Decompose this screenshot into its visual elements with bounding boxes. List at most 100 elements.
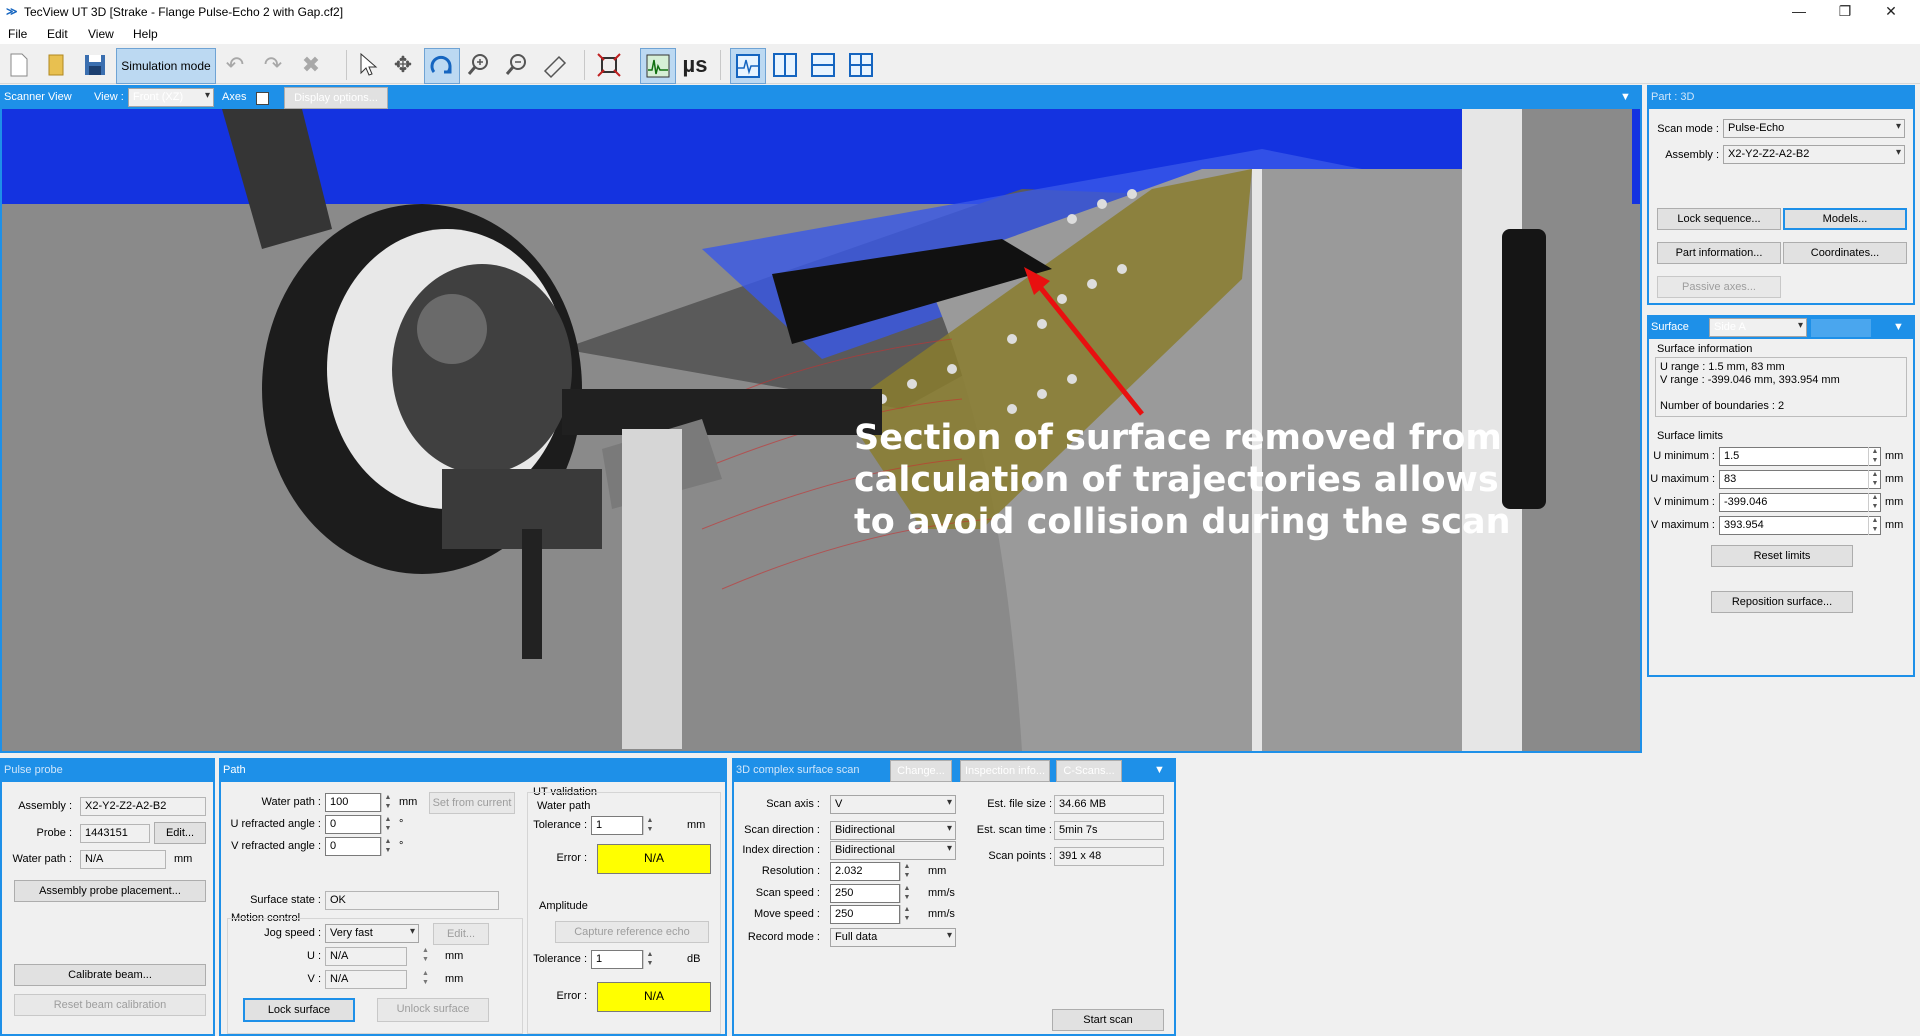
layout-3-icon[interactable] — [806, 48, 840, 82]
u-minimum-spinner[interactable]: ▲ ▼ — [1868, 447, 1881, 466]
menu-edit[interactable]: Edit — [47, 27, 68, 41]
probe-edit-button[interactable]: Edit... — [154, 822, 206, 844]
assembly-select[interactable]: X2-Y2-Z2-A2-B2 ▾ — [1723, 145, 1905, 164]
v-label: V : — [307, 973, 321, 985]
scan-axis-select[interactable]: V ▾ — [830, 795, 956, 814]
scan-speed-spinner[interactable]: ▲ ▼ — [900, 884, 913, 903]
title-bar: ≫ TecView UT 3D [Strake - Flange Pulse-E… — [0, 0, 1920, 24]
reposition-surface-button[interactable]: Reposition surface... — [1711, 591, 1853, 613]
u-refracted-angle-label: U refracted angle : — [230, 818, 322, 830]
reset-limits-button[interactable]: Reset limits — [1711, 545, 1853, 567]
minimize-button[interactable]: — — [1776, 0, 1822, 24]
axes-checkbox[interactable] — [256, 92, 269, 105]
tolerance-label: Tolerance : — [533, 953, 587, 965]
save-icon[interactable] — [78, 48, 112, 82]
signal-view-icon[interactable] — [640, 48, 676, 84]
redo-icon[interactable]: ↷ — [256, 48, 290, 82]
measure-icon[interactable] — [538, 48, 572, 82]
tolerance-water-path-spinner[interactable]: ▲ ▼ — [643, 816, 656, 835]
layout-1-icon[interactable] — [730, 48, 766, 84]
lock-sequence-button[interactable]: Lock sequence... — [1657, 208, 1781, 230]
pan-icon[interactable]: ✥ — [386, 48, 420, 82]
open-folder-icon[interactable] — [40, 48, 74, 82]
rotate-icon[interactable] — [424, 48, 460, 84]
zoom-out-icon[interactable] — [500, 48, 534, 82]
part-information-button[interactable]: Part information... — [1657, 242, 1781, 264]
unlock-surface-button[interactable]: Unlock surface — [377, 998, 489, 1022]
scan-speed-field[interactable]: 250 — [830, 884, 900, 903]
scan-mode-select[interactable]: Pulse-Echo ▾ — [1723, 119, 1905, 138]
v-spinner[interactable]: ▲ ▼ — [422, 969, 429, 987]
models-button[interactable]: Models... — [1783, 208, 1907, 230]
water-path-field[interactable]: 100 — [325, 793, 381, 812]
change-button[interactable]: Change... — [890, 760, 952, 782]
new-file-icon[interactable] — [2, 48, 36, 82]
v-minimum-spinner[interactable]: ▲ ▼ — [1868, 493, 1881, 512]
resolution-spinner[interactable]: ▲ ▼ — [900, 862, 913, 881]
v-maximum-spinner[interactable]: ▲ ▼ — [1868, 516, 1881, 535]
tolerance-amplitude-field[interactable]: 1 — [591, 950, 643, 969]
chevron-down-icon[interactable]: ▼ — [1620, 91, 1631, 103]
pointer-icon[interactable] — [350, 48, 384, 82]
v-minimum-field[interactable]: -399.046 — [1719, 493, 1881, 512]
view-select[interactable]: Front (XZ) ▾ — [128, 88, 214, 107]
scan-direction-select[interactable]: Bidirectional ▾ — [830, 821, 956, 840]
water-path-spinner[interactable]: ▲ ▼ — [381, 793, 394, 812]
delete-icon[interactable]: ✖ — [294, 48, 328, 82]
u-minimum-field[interactable]: 1.5 — [1719, 447, 1881, 466]
c-scans-button[interactable]: C-Scans... — [1056, 760, 1122, 782]
restore-button[interactable]: ❐ — [1822, 0, 1868, 24]
tolerance-amplitude-spinner[interactable]: ▲ ▼ — [643, 950, 656, 969]
layout-4-icon[interactable] — [844, 48, 878, 82]
coordinates-button[interactable]: Coordinates... — [1783, 242, 1907, 264]
unit-label: mm — [1885, 496, 1904, 508]
u-spinner[interactable]: ▲ ▼ — [422, 946, 429, 964]
calibrate-beam-button[interactable]: Calibrate beam... — [14, 964, 206, 986]
set-from-current-button[interactable]: Set from current — [429, 792, 515, 814]
capture-reference-echo-button[interactable]: Capture reference echo — [555, 921, 709, 943]
move-speed-spinner[interactable]: ▲ ▼ — [900, 905, 913, 924]
u-maximum-field[interactable]: 83 — [1719, 470, 1881, 489]
tolerance-water-path-field[interactable]: 1 — [591, 816, 643, 835]
3d-viewport[interactable]: Section of surface removed from calculat… — [2, 109, 1640, 751]
menu-file[interactable]: File — [8, 27, 27, 41]
close-window-button[interactable]: ✕ — [1868, 0, 1914, 24]
simulation-mode-button[interactable]: Simulation mode — [116, 48, 216, 84]
chevron-down-icon[interactable]: ▼ — [1154, 764, 1165, 776]
assembly-field[interactable]: X2-Y2-Z2-A2-B2 — [80, 797, 206, 816]
u-refracted-angle-field[interactable]: 0 — [325, 815, 381, 834]
index-direction-select[interactable]: Bidirectional ▾ — [830, 841, 956, 860]
assembly-probe-placement-button[interactable]: Assembly probe placement... — [14, 880, 206, 902]
chevron-down-icon[interactable]: ▼ — [1893, 321, 1904, 333]
passive-axes-button[interactable]: Passive axes... — [1657, 276, 1781, 298]
record-mode-select[interactable]: Full data ▾ — [830, 928, 956, 947]
menu-view[interactable]: View — [88, 27, 114, 41]
layout-2-icon[interactable] — [768, 48, 802, 82]
jog-edit-button[interactable]: Edit... — [433, 923, 489, 945]
u-refracted-spinner[interactable]: ▲ ▼ — [381, 815, 394, 834]
v-maximum-field[interactable]: 393.954 — [1719, 516, 1881, 535]
v-refracted-spinner[interactable]: ▲ ▼ — [381, 837, 394, 856]
inspection-info-button[interactable]: Inspection info... — [960, 760, 1050, 782]
lock-surface-button[interactable]: Lock surface — [243, 998, 355, 1022]
display-options-button[interactable]: Display options... — [284, 87, 388, 109]
water-path-field[interactable]: N/A — [80, 850, 166, 869]
probe-field[interactable]: 1443151 — [80, 824, 150, 843]
jog-speed-select[interactable]: Very fast ▾ — [325, 924, 419, 943]
reset-beam-calibration-button[interactable]: Reset beam calibration — [14, 994, 206, 1016]
amplitude-error-value: N/A — [597, 982, 711, 1012]
u-maximum-spinner[interactable]: ▲ ▼ — [1868, 470, 1881, 489]
surface-info-title: Surface information — [1657, 343, 1753, 355]
time-unit-toggle[interactable]: µs — [678, 48, 712, 82]
fit-view-icon[interactable] — [592, 48, 626, 82]
resolution-field[interactable]: 2.032 — [830, 862, 900, 881]
menu-help[interactable]: Help — [133, 27, 158, 41]
start-scan-button[interactable]: Start scan — [1052, 1009, 1164, 1031]
v-refracted-angle-field[interactable]: 0 — [325, 837, 381, 856]
surface-extra-button[interactable] — [1811, 319, 1871, 337]
zoom-in-icon[interactable] — [462, 48, 496, 82]
boundaries-text: Number of boundaries : 2 — [1660, 400, 1785, 412]
move-speed-field[interactable]: 250 — [830, 905, 900, 924]
undo-icon[interactable]: ↶ — [218, 48, 252, 82]
surface-side-select[interactable]: Side A ▾ — [1709, 318, 1807, 337]
